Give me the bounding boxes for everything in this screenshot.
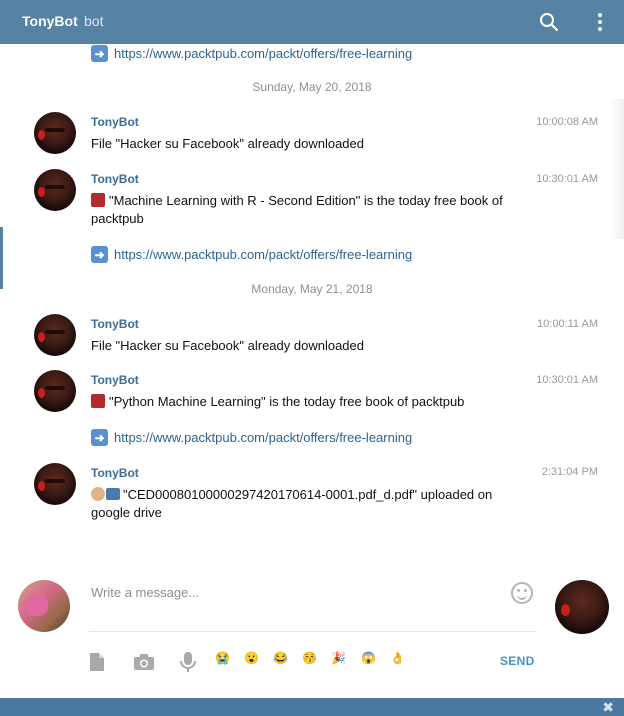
avatar[interactable] (34, 370, 76, 412)
message-time: 2:31:04 PM (541, 466, 598, 478)
message-author[interactable]: TonyBot (91, 466, 139, 480)
message-text: "CED00080100000297420170614-0001.pdf_d.p… (91, 487, 493, 520)
peer-avatar[interactable] (555, 580, 609, 634)
chat-header: TonyBot bot (0, 0, 624, 44)
avatar[interactable] (34, 112, 76, 154)
message-time: 10:00:11 AM (537, 318, 598, 330)
more-vertical-icon[interactable] (588, 10, 612, 34)
document-icon[interactable] (86, 651, 108, 673)
chat-title[interactable]: TonyBot (22, 13, 78, 29)
message-author[interactable]: TonyBot (91, 317, 139, 331)
message-link[interactable]: ➜ https://www.packtpub.com/packt/offers/… (91, 246, 412, 263)
crying-emoji-icon[interactable]: 😭 (215, 651, 235, 671)
chat-subtitle: bot (84, 13, 104, 29)
laughing-emoji-icon[interactable]: 😂 (273, 651, 293, 671)
send-button[interactable]: SEND (500, 654, 535, 668)
right-arrow-icon: ➜ (91, 45, 108, 62)
message-text: "Machine Learning with R - Second Editio… (91, 193, 503, 226)
kiss-emoji-icon[interactable]: 😚 (302, 651, 322, 671)
party-popper-emoji-icon[interactable]: 🎉 (331, 651, 351, 671)
message-input[interactable] (91, 580, 491, 604)
avatar[interactable] (34, 314, 76, 356)
smile-icon[interactable] (511, 582, 533, 604)
person-icon (91, 487, 105, 501)
message-text: File "Hacker su Facebook" already downlo… (91, 338, 364, 353)
camera-icon[interactable] (133, 651, 155, 673)
microphone-icon[interactable] (177, 651, 199, 673)
avatar[interactable] (34, 169, 76, 211)
ok-hand-emoji-icon[interactable]: 👌 (390, 651, 410, 671)
computer-icon (106, 488, 120, 500)
date-separator: Monday, May 21, 2018 (251, 282, 373, 296)
message-author[interactable]: TonyBot (91, 115, 139, 129)
scrollbar[interactable] (610, 99, 624, 239)
screaming-emoji-icon[interactable]: 😱 (361, 651, 381, 671)
date-separator: Sunday, May 20, 2018 (252, 80, 372, 94)
message-list[interactable]: ➜ https://www.packtpub.com/packt/offers/… (0, 44, 624, 570)
bottom-bar: ✖ (0, 698, 624, 716)
composer: 😭 😮 😂 😚 🎉 😱 👌 SEND (0, 570, 624, 698)
book-icon (91, 193, 105, 207)
selection-marker (0, 227, 3, 289)
message-author[interactable]: TonyBot (91, 172, 139, 186)
message-text: "Python Machine Learning" is the today f… (91, 393, 531, 411)
avatar[interactable] (34, 463, 76, 505)
message-text: File "Hacker su Facebook" already downlo… (91, 136, 364, 151)
message-time: 10:00:08 AM (536, 116, 598, 128)
search-icon[interactable] (537, 10, 561, 34)
surprised-emoji-icon[interactable]: 😮 (244, 651, 264, 671)
message-time: 10:30:01 AM (536, 374, 598, 386)
divider (89, 631, 537, 632)
right-arrow-icon: ➜ (91, 246, 108, 263)
right-arrow-icon: ➜ (91, 429, 108, 446)
my-avatar[interactable] (18, 580, 70, 632)
book-icon (91, 394, 105, 408)
message-author[interactable]: TonyBot (91, 373, 139, 387)
message-time: 10:30:01 AM (536, 173, 598, 185)
message-link[interactable]: ➜ https://www.packtpub.com/packt/offers/… (91, 429, 412, 446)
message-link[interactable]: ➜ https://www.packtpub.com/packt/offers/… (91, 45, 412, 62)
close-icon[interactable]: ✖ (602, 698, 614, 716)
